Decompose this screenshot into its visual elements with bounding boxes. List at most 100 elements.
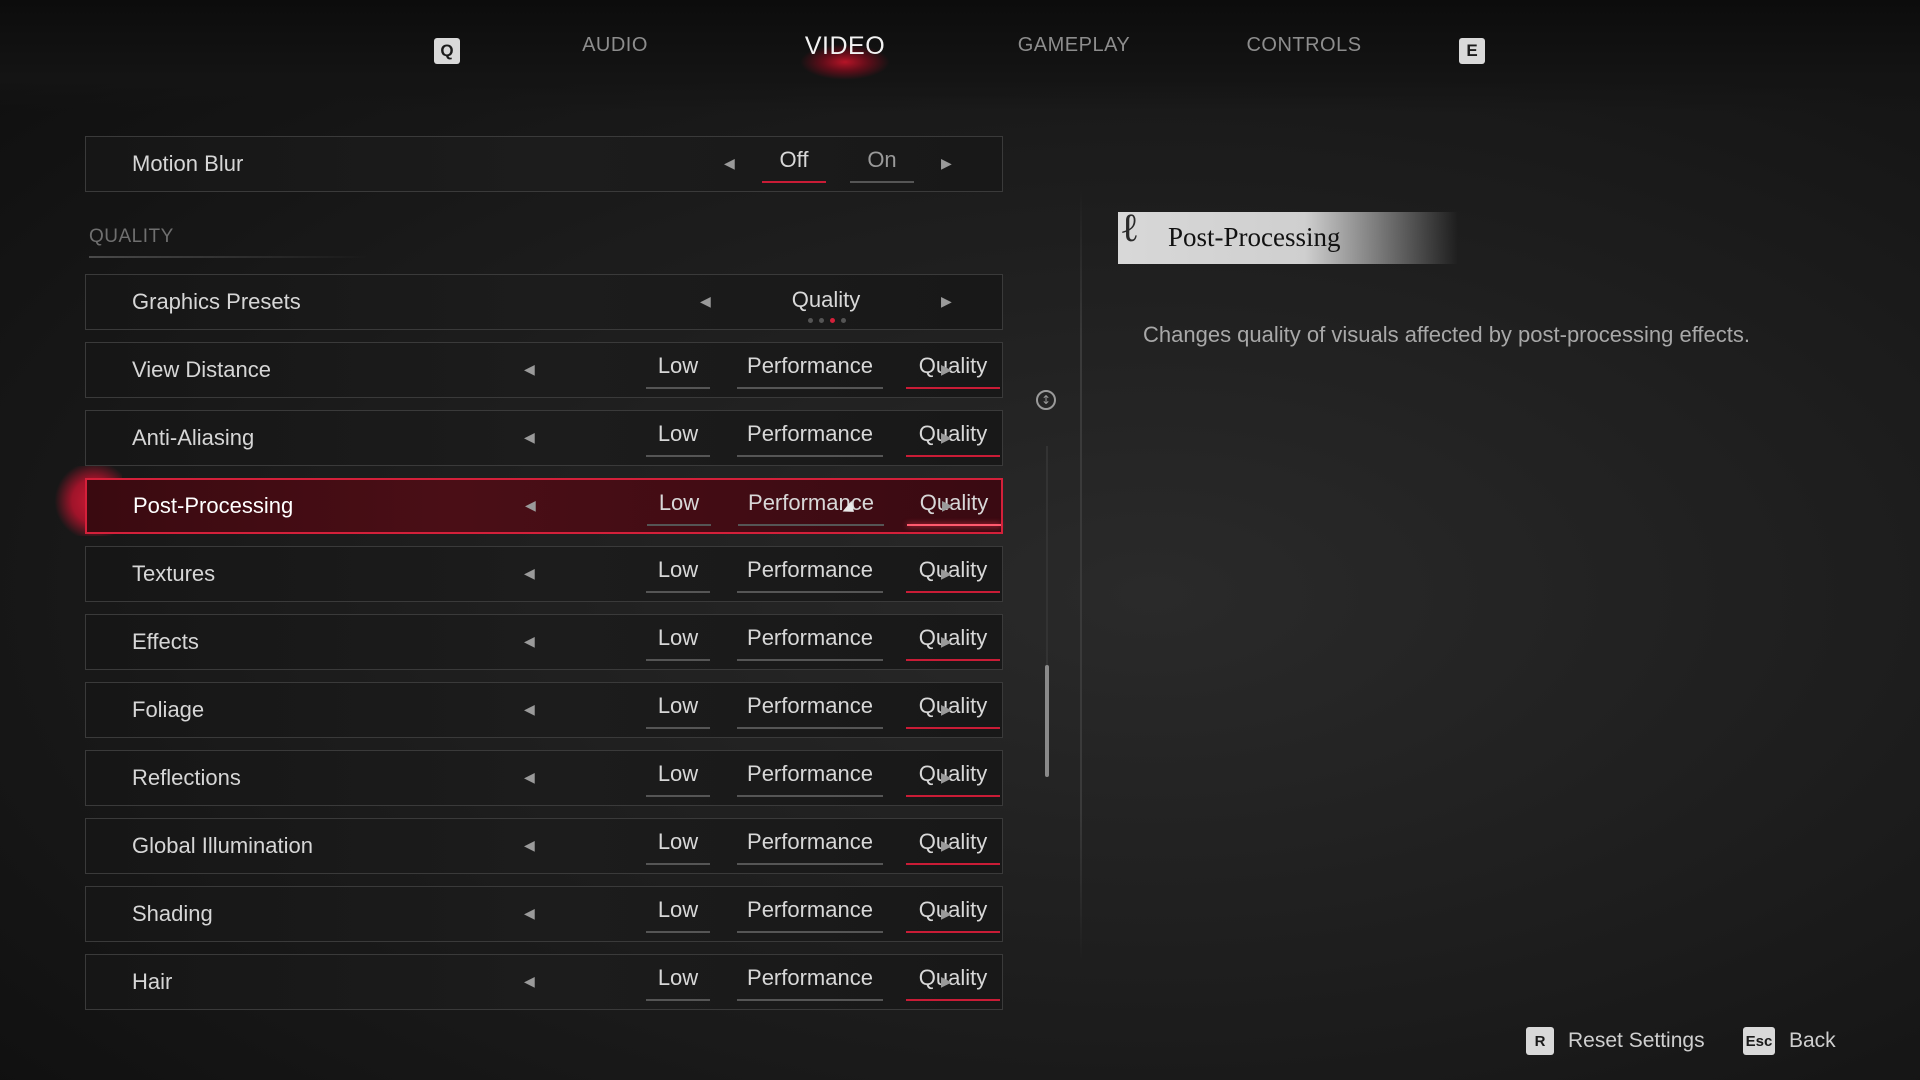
arrow-left-icon[interactable]: ◀	[525, 498, 536, 514]
setting-row-view-distance[interactable]: View Distance ◀ Low Performance Quality ▶	[85, 342, 1003, 398]
arrow-left-icon[interactable]: ◀	[524, 906, 535, 922]
option-off[interactable]: Off	[762, 147, 826, 183]
option-performance[interactable]: Performance	[737, 421, 883, 457]
arrow-right-icon[interactable]: ▶	[941, 362, 952, 378]
scroll-indicator-icon: ↕	[1036, 390, 1056, 410]
option-performance[interactable]: Performance	[737, 693, 883, 729]
arrow-left-icon[interactable]: ◀	[524, 634, 535, 650]
arrow-left-icon[interactable]: ◀	[524, 362, 535, 378]
preset-value: Quality	[791, 287, 861, 312]
page-dot	[841, 318, 846, 323]
tab-controls[interactable]: CONTROLS	[1246, 34, 1361, 57]
arrow-right-icon[interactable]: ▶	[941, 156, 952, 172]
option-low[interactable]: Low	[646, 761, 710, 797]
option-quality[interactable]: Quality	[906, 829, 1000, 865]
page-dot-active	[830, 318, 835, 323]
arrow-right-icon[interactable]: ▶	[941, 906, 952, 922]
arrow-right-icon[interactable]: ▶	[941, 294, 952, 310]
arrow-left-icon[interactable]: ◀	[524, 838, 535, 854]
setting-row-foliage[interactable]: Foliage ◀ Low Performance Quality ▶	[85, 682, 1003, 738]
option-performance[interactable]: Performance	[737, 897, 883, 933]
tab-video[interactable]: VIDEO	[805, 32, 885, 61]
page-dot	[819, 318, 824, 323]
option-low[interactable]: Low	[646, 421, 710, 457]
setting-row-reflections[interactable]: Reflections ◀ Low Performance Quality ▶	[85, 750, 1003, 806]
option-low[interactable]: Low	[646, 829, 710, 865]
arrow-left-icon[interactable]: ◀	[524, 566, 535, 582]
page-dot	[808, 318, 813, 323]
arrow-left-icon[interactable]: ◀	[700, 294, 711, 310]
option-performance[interactable]: Performance	[737, 557, 883, 593]
option-low[interactable]: Low	[646, 625, 710, 661]
panel-divider	[1080, 190, 1082, 960]
option-performance[interactable]: Performance	[737, 965, 883, 1001]
arrow-left-icon[interactable]: ◀	[524, 974, 535, 990]
option-low[interactable]: Low	[646, 353, 710, 389]
setting-row-effects[interactable]: Effects ◀ Low Performance Quality ▶	[85, 614, 1003, 670]
setting-row-textures[interactable]: Textures ◀ Low Performance Quality ▶	[85, 546, 1003, 602]
info-description: Changes quality of visuals affected by p…	[1143, 322, 1750, 347]
option-quality[interactable]: Quality	[906, 897, 1000, 933]
setting-label: Shading	[132, 901, 213, 926]
reset-settings-button[interactable]: R Reset Settings	[1526, 1027, 1705, 1055]
setting-row-global-illumination[interactable]: Global Illumination ◀ Low Performance Qualit…	[85, 818, 1003, 874]
section-divider	[89, 256, 369, 258]
setting-label: Graphics Presets	[132, 289, 301, 314]
arrow-right-icon[interactable]: ▶	[941, 974, 952, 990]
setting-row-post-processing[interactable]: Post-Processing ◀ Low Performance Quality ▶	[85, 478, 1003, 534]
option-performance[interactable]: Performance	[737, 353, 883, 389]
option-quality[interactable]: Quality	[906, 557, 1000, 593]
setting-label: Motion Blur	[132, 151, 244, 176]
arrow-right-icon[interactable]: ▶	[941, 566, 952, 582]
arrow-left-icon[interactable]: ◀	[724, 156, 735, 172]
arrow-left-icon[interactable]: ◀	[524, 430, 535, 446]
ornament-icon: ℓ	[1120, 205, 1140, 251]
tab-audio[interactable]: AUDIO	[582, 34, 648, 57]
option-on[interactable]: On	[850, 147, 914, 183]
info-title: Post-Processing	[1168, 222, 1341, 252]
arrow-right-icon[interactable]: ▶	[941, 634, 952, 650]
option-quality[interactable]: Quality	[906, 353, 1000, 389]
option-quality[interactable]: Quality	[906, 625, 1000, 661]
back-button[interactable]: Esc Back	[1743, 1027, 1836, 1055]
top-tab-bar: Q AUDIO VIDEO GAMEPLAY CONTROLS E	[0, 0, 1920, 112]
option-quality[interactable]: Quality	[906, 761, 1000, 797]
option-low[interactable]: Low	[646, 693, 710, 729]
scrollbar-thumb[interactable]	[1045, 665, 1049, 777]
tab-gameplay[interactable]: GAMEPLAY	[1018, 34, 1131, 57]
setting-label: Foliage	[132, 697, 205, 722]
option-quality[interactable]: Quality	[906, 693, 1000, 729]
option-quality[interactable]: Quality	[907, 490, 1001, 526]
option-low[interactable]: Low	[646, 897, 710, 933]
setting-label: Effects	[132, 629, 199, 654]
setting-label: Post-Processing	[133, 493, 294, 518]
arrow-right-icon[interactable]: ▶	[942, 498, 953, 514]
option-low[interactable]: Low	[646, 557, 710, 593]
setting-label: Global Illumination	[132, 833, 313, 858]
arrow-left-icon[interactable]: ◀	[524, 702, 535, 718]
setting-label: Anti-Aliasing	[132, 425, 255, 450]
option-performance[interactable]: Performance	[737, 829, 883, 865]
next-tab-key[interactable]: E	[1459, 38, 1485, 64]
option-low[interactable]: Low	[646, 965, 710, 1001]
prev-tab-key[interactable]: Q	[434, 38, 460, 64]
arrow-right-icon[interactable]: ▶	[941, 702, 952, 718]
option-quality[interactable]: Quality	[906, 965, 1000, 1001]
back-label: Back	[1789, 1029, 1836, 1052]
arrow-right-icon[interactable]: ▶	[941, 770, 952, 786]
setting-label: Textures	[132, 561, 216, 586]
option-low[interactable]: Low	[647, 490, 711, 526]
reset-key: R	[1526, 1027, 1554, 1055]
setting-row-shading[interactable]: Shading ◀ Low Performance Quality ▶	[85, 886, 1003, 942]
option-performance[interactable]: Performance	[737, 625, 883, 661]
arrow-right-icon[interactable]: ▶	[941, 838, 952, 854]
option-quality[interactable]: Quality	[906, 421, 1000, 457]
option-performance[interactable]: Performance	[738, 490, 884, 526]
setting-row-graphics-presets[interactable]: Graphics Presets ◀ Quality ▶	[85, 274, 1003, 330]
option-performance[interactable]: Performance	[737, 761, 883, 797]
setting-row-motion-blur[interactable]: Motion Blur ◀ Off On ▶	[85, 136, 1003, 192]
setting-row-hair[interactable]: Hair ◀ Low Performance Quality ▶	[85, 954, 1003, 1010]
arrow-right-icon[interactable]: ▶	[941, 430, 952, 446]
arrow-left-icon[interactable]: ◀	[524, 770, 535, 786]
setting-row-anti-aliasing[interactable]: Anti-Aliasing ◀ Low Performance Quality ▶	[85, 410, 1003, 466]
